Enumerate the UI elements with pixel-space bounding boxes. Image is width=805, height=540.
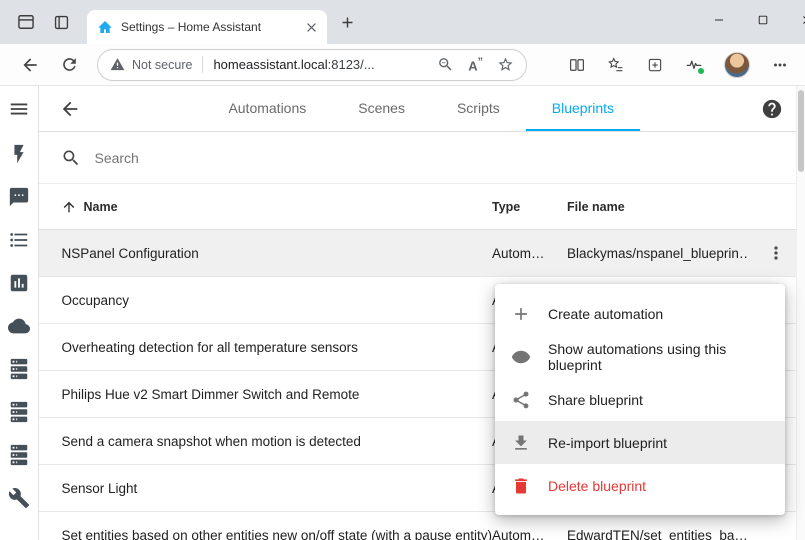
menu-item-create-automation[interactable]: Create automation	[495, 292, 785, 335]
row-name: Sensor Light	[39, 481, 492, 496]
profile-avatar[interactable]	[724, 52, 750, 78]
help-icon[interactable]	[761, 98, 783, 120]
window-controls	[697, 0, 805, 40]
workspaces-icon[interactable]	[16, 12, 36, 32]
menu-item-reimport-blueprint[interactable]: Re-import blueprint	[495, 421, 785, 464]
row-name: Send a camera snapshot when motion is de…	[39, 434, 492, 449]
row-name: Philips Hue v2 Smart Dimmer Switch and R…	[39, 387, 492, 402]
sidebar-item-server-2[interactable]	[0, 390, 38, 433]
read-aloud-icon[interactable]: A”	[468, 57, 483, 72]
minimize-button[interactable]	[697, 0, 741, 40]
column-name[interactable]: Name	[39, 199, 492, 215]
browser-toolbar: Not secure homeassistant.local:8123/... …	[0, 44, 805, 86]
column-file-name[interactable]: File name	[567, 200, 747, 214]
menu-item-show-automations[interactable]: Show automations using this blueprint	[495, 335, 785, 378]
favorite-star-icon[interactable]	[497, 56, 514, 73]
ha-header: Automations Scenes Scripts Blueprints	[39, 86, 805, 132]
sidebar-item-cloud[interactable]	[0, 304, 38, 347]
favorites-hub-icon[interactable]	[607, 56, 625, 74]
tab-scripts[interactable]: Scripts	[431, 86, 526, 131]
sidebar-menu-icon[interactable]	[0, 86, 38, 132]
share-icon	[511, 390, 531, 410]
row-type: Autom…	[492, 246, 567, 261]
sidebar-item-tools[interactable]	[0, 476, 38, 519]
new-tab-icon[interactable]	[339, 14, 356, 31]
row-name: Occupancy	[39, 293, 492, 308]
address-divider	[202, 56, 203, 73]
search-row	[39, 132, 805, 184]
browser-tab[interactable]: Settings – Home Assistant	[87, 10, 327, 44]
tab-actions-icon[interactable]	[52, 13, 71, 32]
ha-nav-tabs: Automations Scenes Scripts Blueprints	[81, 86, 761, 131]
menu-item-share-blueprint[interactable]: Share blueprint	[495, 378, 785, 421]
more-menu-icon[interactable]	[771, 56, 789, 74]
sidebar-item-energy[interactable]	[0, 132, 38, 175]
row-name: NSPanel Configuration	[39, 246, 492, 261]
split-screen-icon[interactable]	[568, 56, 586, 74]
menu-item-label: Show automations using this blueprint	[548, 341, 769, 373]
home-assistant-favicon	[97, 19, 113, 35]
tab-automations[interactable]: Automations	[202, 86, 332, 131]
ha-sidebar	[0, 86, 39, 540]
address-bar[interactable]: Not secure homeassistant.local:8123/... …	[97, 49, 527, 81]
download-icon	[511, 433, 531, 453]
browser-titlebar: Settings – Home Assistant	[0, 0, 805, 44]
tab-close-icon[interactable]	[304, 20, 319, 35]
column-type[interactable]: Type	[492, 200, 567, 214]
sidebar-item-server-3[interactable]	[0, 433, 38, 476]
close-button[interactable]	[785, 0, 805, 40]
address-bar-actions: A”	[437, 56, 514, 73]
sort-arrow-up-icon	[61, 199, 77, 215]
blueprint-context-menu: Create automation Show automations using…	[495, 284, 785, 515]
trash-icon	[511, 476, 531, 496]
menu-item-label: Re-import blueprint	[548, 435, 667, 451]
search-icon	[61, 148, 81, 168]
table-row[interactable]: Set entities based on other entities new…	[39, 512, 805, 540]
menu-item-label: Create automation	[548, 306, 663, 322]
sidebar-item-logbook[interactable]	[0, 218, 38, 261]
menu-item-label: Share blueprint	[548, 392, 643, 408]
search-input[interactable]	[94, 150, 394, 166]
menu-item-delete-blueprint[interactable]: Delete blueprint	[495, 464, 785, 507]
url-text: homeassistant.local:8123/...	[213, 57, 374, 72]
sidebar-item-assist[interactable]	[0, 175, 38, 218]
row-file: EdwardTEN/set_entities_ba…	[567, 528, 747, 540]
essentials-status-dot	[697, 67, 705, 75]
table-header: Name Type File name	[39, 184, 805, 230]
not-secure-warning-icon	[110, 57, 125, 72]
ha-back-icon[interactable]	[59, 98, 81, 120]
row-name: Set entities based on other entities new…	[39, 528, 492, 540]
plus-icon	[511, 304, 531, 324]
refresh-icon[interactable]	[60, 55, 79, 74]
menu-item-label: Delete blueprint	[548, 478, 646, 494]
tab-scenes[interactable]: Scenes	[332, 86, 431, 131]
eye-icon	[511, 347, 531, 367]
scrollbar-thumb[interactable]	[798, 90, 804, 172]
sidebar-item-history[interactable]	[0, 261, 38, 304]
maximize-button[interactable]	[741, 0, 785, 40]
security-label: Not secure	[132, 58, 192, 72]
row-type: Autom…	[492, 528, 567, 540]
row-file: Blackymas/nspanel_blueprin…	[567, 246, 747, 261]
toolbar-actions	[568, 52, 805, 78]
tab-title: Settings – Home Assistant	[121, 20, 296, 34]
collections-icon[interactable]	[646, 56, 664, 74]
page-scrollbar	[796, 86, 805, 540]
browser-essentials-icon[interactable]	[685, 56, 703, 74]
sidebar-item-server-1[interactable]	[0, 347, 38, 390]
table-row[interactable]: NSPanel Configuration Autom… Blackymas/n…	[39, 230, 805, 277]
back-icon[interactable]	[20, 55, 40, 75]
zoom-out-icon[interactable]	[437, 56, 454, 73]
tab-blueprints[interactable]: Blueprints	[526, 86, 640, 131]
row-name: Overheating detection for all temperatur…	[39, 340, 492, 355]
